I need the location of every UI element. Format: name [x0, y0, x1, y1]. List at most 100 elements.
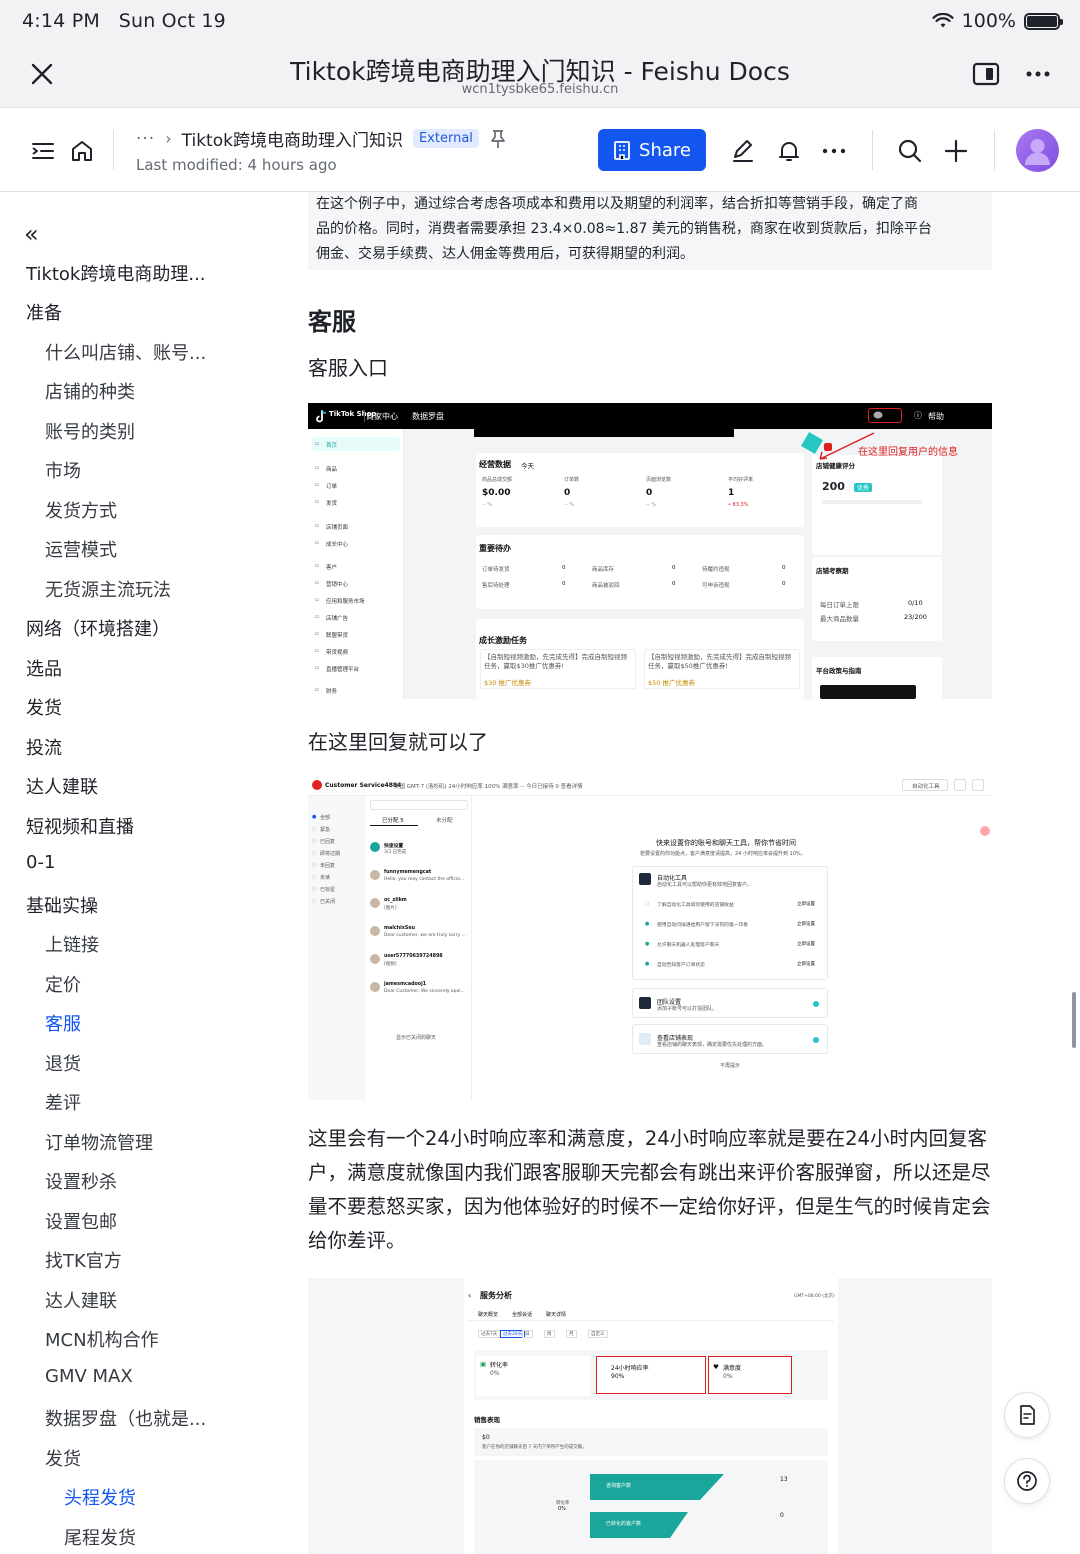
sidebar-item[interactable]: 准备	[26, 299, 62, 325]
sidebar-item[interactable]: 达人建联	[26, 773, 98, 799]
doc-title[interactable]: Tiktok跨境电商助理入门知识	[182, 126, 403, 151]
analysis-tab[interactable]: 聊天详情	[546, 1311, 566, 1318]
seller-nav-item[interactable]: 带货视频	[326, 648, 348, 656]
filter-option[interactable]: 已标星	[320, 886, 335, 893]
radio-icon[interactable]: ○	[312, 826, 316, 832]
radio-icon[interactable]: ○	[312, 862, 316, 868]
range-option[interactable]: 自定义	[588, 1330, 608, 1338]
todo-label[interactable]: 待履约违规	[702, 565, 730, 573]
sidebar-item[interactable]: 退货	[45, 1050, 81, 1076]
bell-icon[interactable]	[776, 138, 802, 164]
todo-label[interactable]: 可申诉违规	[702, 581, 730, 589]
add-icon[interactable]	[943, 138, 969, 164]
conversation-name[interactable]: oc_zlikm	[384, 898, 407, 903]
seller-nav-item[interactable]: 营销中心	[326, 580, 348, 588]
range-option[interactable]: 月	[566, 1330, 577, 1338]
seller-nav-item[interactable]: 直播管理平台	[326, 665, 359, 673]
more-options-icon[interactable]	[821, 138, 847, 164]
seller-nav-item[interactable]: 店铺广告	[326, 614, 348, 622]
sidebar-item[interactable]: MCN机构合作	[45, 1326, 159, 1352]
sidebar-item[interactable]: 短视频和直播	[26, 813, 134, 839]
share-button[interactable]: Share	[598, 129, 706, 171]
seller-center-screenshot[interactable]: TikTok Shop 商家中心 数据罗盘 ⓘ 帮助 首页 ▫ 商品 ▫ 订单 ▫ 发货 ▫ 店…	[308, 403, 992, 699]
filter-option[interactable]: 已关闭	[320, 898, 335, 905]
help-button[interactable]	[1004, 1458, 1050, 1504]
sidebar-item[interactable]: 网络（环境搭建）	[26, 615, 170, 641]
seller-nav-item[interactable]: 商品	[326, 465, 337, 473]
sidebar-item[interactable]: 找TK官方	[45, 1247, 122, 1273]
scrollbar[interactable]	[1072, 992, 1076, 1048]
step-setup-button[interactable]: 立即设置	[797, 921, 815, 927]
sidebar-item[interactable]: 投流	[26, 734, 62, 760]
sidebar-item[interactable]: 数据罗盘（也就是...	[45, 1405, 206, 1431]
search-icon[interactable]	[897, 138, 923, 164]
radio-icon[interactable]: ●	[312, 814, 316, 820]
seller-nav-item[interactable]: 店铺页面	[326, 523, 348, 531]
collapse-sidebar-icon[interactable]: «	[24, 220, 39, 248]
outline-toggle-icon[interactable]	[30, 138, 56, 164]
filter-option[interactable]: 紧急	[320, 826, 330, 833]
sidebar-item[interactable]: 基础实操	[26, 892, 98, 918]
radio-icon[interactable]: ○	[312, 838, 316, 844]
radio-icon[interactable]: ○	[312, 874, 316, 880]
step-setup-button[interactable]: 立即设置	[797, 961, 815, 967]
filter-option[interactable]: 未回复	[320, 862, 335, 869]
sidebar-item[interactable]: GMV MAX	[45, 1366, 133, 1387]
seller-nav-item[interactable]: 发货	[326, 499, 337, 507]
sidebar-item[interactable]: 头程发货	[64, 1484, 136, 1510]
sidebar-item[interactable]: 市场	[45, 457, 81, 483]
range-option[interactable]: 周	[544, 1330, 555, 1338]
sidebar-item[interactable]: 上链接	[45, 931, 99, 957]
todo-label[interactable]: 订单待发货	[482, 565, 510, 573]
sidebar-item[interactable]: 0-1	[26, 852, 55, 873]
range-option[interactable]: 日	[522, 1330, 533, 1338]
sidebar-item[interactable]: 账号的类别	[45, 418, 135, 444]
todo-label[interactable]: 售后待处理	[482, 581, 510, 589]
avatar[interactable]	[1016, 129, 1059, 172]
sidebar-item[interactable]: 店铺的种类	[45, 378, 135, 404]
customer-service-screenshot[interactable]: Customer Service4884 美国 GMT-7 (洛杉矶) 24小时…	[308, 774, 992, 1100]
home-icon[interactable]	[69, 138, 95, 164]
filter-option[interactable]: 全部	[320, 814, 330, 821]
radio-icon[interactable]: ○	[312, 886, 316, 892]
filter-option[interactable]: 已回复	[320, 838, 335, 845]
todo-label[interactable]: 商品库存	[592, 565, 614, 573]
sidebar-item[interactable]: 无货源主流玩法	[45, 576, 171, 602]
step-setup-button[interactable]: 立即设置	[797, 901, 815, 907]
seller-nav-item[interactable]: 订单	[326, 482, 337, 490]
sidebar-item[interactable]: 运营模式	[45, 536, 117, 562]
analysis-tab[interactable]: 聊天概览	[478, 1311, 498, 1318]
sidebar-root-title[interactable]: Tiktok跨境电商助理...	[26, 260, 206, 286]
sidebar-item[interactable]: 发货	[45, 1445, 81, 1471]
sidebar-item[interactable]: 什么叫店铺、账号...	[45, 339, 206, 365]
seller-nav-item[interactable]: 客户	[326, 563, 337, 571]
sidebar-item[interactable]: 差评	[45, 1089, 81, 1115]
analysis-tab[interactable]: 全部会话	[512, 1311, 532, 1318]
seller-nav-item[interactable]: 联盟带货	[326, 631, 348, 639]
split-view-icon[interactable]	[972, 62, 1000, 86]
sidebar-item[interactable]: 发货	[26, 694, 62, 720]
sidebar-item[interactable]: 达人建联	[45, 1287, 117, 1313]
range-option[interactable]: 过去7天	[478, 1330, 501, 1338]
seller-nav-item[interactable]: 应用和服务市场	[326, 597, 365, 605]
seller-nav-item[interactable]: 首页	[326, 441, 337, 449]
more-icon[interactable]	[1024, 62, 1052, 86]
sidebar-item[interactable]: 尾程发货	[64, 1524, 136, 1550]
radio-icon[interactable]: ○	[312, 898, 316, 904]
step-setup-button[interactable]: 立即设置	[797, 941, 815, 947]
sidebar-item[interactable]: 发货方式	[45, 497, 117, 523]
filter-option[interactable]: 即将过期	[320, 850, 340, 857]
conversation-name[interactable]: jamesmcadooj1	[384, 982, 426, 987]
conversation-name[interactable]: funnymemengcat	[384, 870, 431, 875]
doc-assistant-button[interactable]	[1004, 1392, 1050, 1438]
sidebar-item[interactable]: 客服	[45, 1010, 81, 1036]
sidebar-item[interactable]: 设置秒杀	[45, 1168, 117, 1194]
pin-icon[interactable]	[489, 129, 507, 149]
edit-icon[interactable]	[730, 138, 756, 164]
breadcrumb-ellipsis[interactable]: ···	[136, 129, 155, 149]
sidebar-item[interactable]: 订单物流管理	[45, 1129, 153, 1155]
service-analysis-screenshot[interactable]: ‹ 服务分析 GMT+08:00 (北京) 聊天概览 全部会话 聊天详情 过去7天过…	[308, 1278, 992, 1554]
filter-option[interactable]: 未读	[320, 874, 330, 881]
conversation-name[interactable]: 快速设置	[384, 842, 403, 849]
conversation-name[interactable]: user57770639724898	[384, 954, 443, 959]
